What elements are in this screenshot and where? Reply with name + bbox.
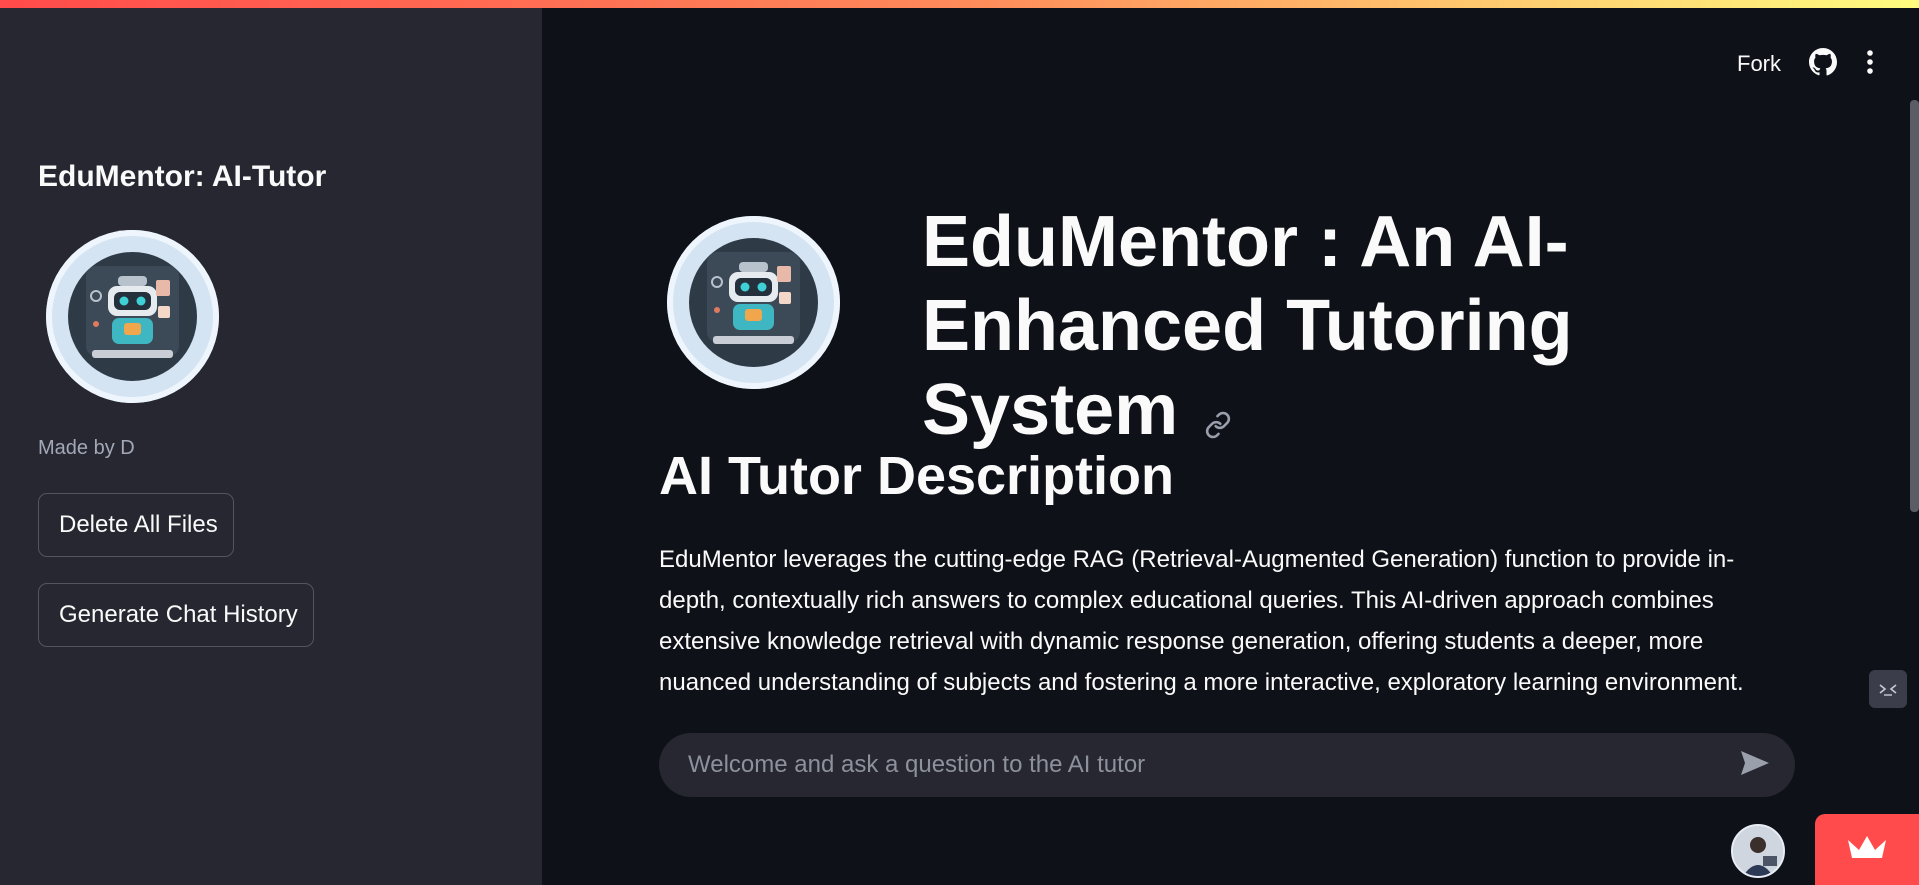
robot-icon [68,252,197,381]
kebab-menu-icon[interactable] [1865,49,1875,80]
section-heading: AI Tutor Description [659,446,1175,506]
made-by-caption: Made by D [38,437,135,459]
send-icon[interactable] [1739,749,1771,782]
robot-icon [689,238,818,367]
user-avatar[interactable] [1731,824,1785,878]
page-title-text: EduMentor : An AI-Enhanced Tutoring Syst… [922,202,1573,450]
toolbar: Fork [1737,44,1875,84]
streamlit-badge[interactable] [1815,814,1919,885]
top-decoration-bar [0,0,1919,8]
github-icon[interactable] [1809,47,1838,81]
dev-tools-icon[interactable] [1869,670,1907,708]
sidebar-title: EduMentor: AI-Tutor [38,160,327,193]
main-logo [667,216,840,389]
crown-icon [1845,832,1889,867]
chat-input[interactable] [686,750,1739,780]
page-title: EduMentor : An AI-Enhanced Tutoring Syst… [922,200,1762,457]
delete-all-files-button[interactable]: Delete All Files [38,493,234,557]
generate-chat-history-button[interactable]: Generate Chat History [38,583,314,647]
sidebar: EduMentor: AI-Tutor Made by D Delete All… [0,0,542,885]
anchor-link-icon[interactable] [1204,373,1232,457]
fork-link[interactable]: Fork [1737,51,1781,77]
description-paragraph: EduMentor leverages the cutting-edge RAG… [659,546,1744,696]
sidebar-logo [46,230,219,403]
chat-input-bar [659,733,1795,797]
scrollbar[interactable] [1910,100,1919,512]
